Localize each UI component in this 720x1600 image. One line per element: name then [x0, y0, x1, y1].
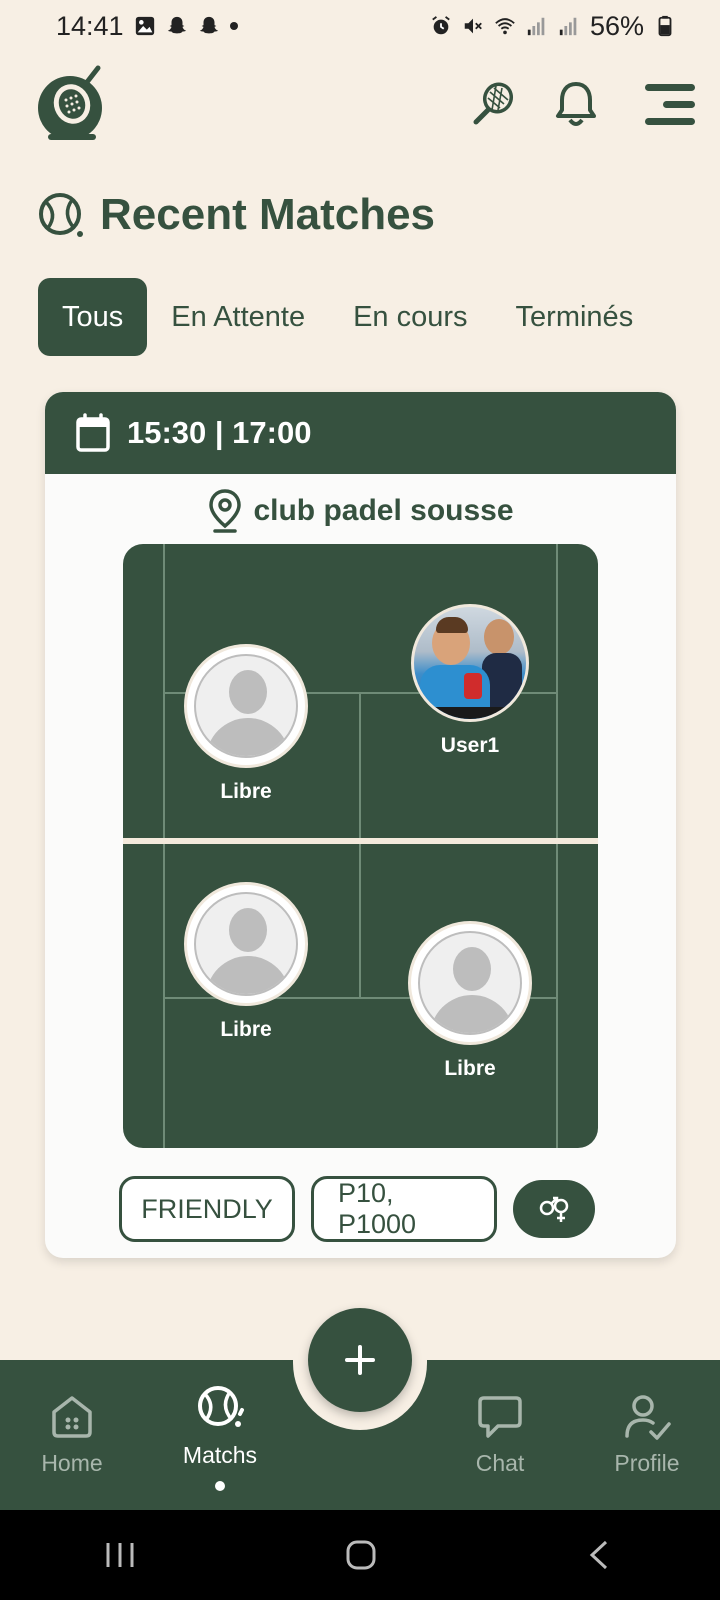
match-tags: FRIENDLY P10, P1000	[119, 1176, 595, 1242]
avatar	[408, 921, 532, 1045]
avatar	[184, 882, 308, 1006]
nav-label-home: Home	[41, 1450, 103, 1476]
match-type-tag: FRIENDLY	[119, 1176, 295, 1242]
profile-check-icon	[625, 1395, 671, 1440]
match-location: club padel sousse	[45, 488, 676, 534]
signal-icon	[559, 17, 577, 36]
back-icon[interactable]	[580, 1537, 620, 1573]
nav-item-matchs[interactable]: Matchs	[150, 1384, 290, 1491]
page-title: Recent Matches	[100, 190, 436, 239]
chat-icon	[478, 1396, 522, 1438]
court-net	[123, 838, 598, 844]
match-time: 15:30 | 17:00	[127, 415, 312, 450]
status-bar: 14:41 56%	[0, 0, 720, 52]
player-slot[interactable]: User1	[405, 604, 535, 758]
player-slot[interactable]: Libre	[405, 921, 535, 1081]
tab-en-attente[interactable]: En Attente	[147, 278, 329, 356]
snapchat-icon	[199, 16, 218, 34]
match-level-tag: P10, P1000	[311, 1176, 497, 1242]
player-slot[interactable]: Libre	[181, 644, 311, 804]
filter-tabs: Tous En Attente En cours Terminés	[38, 278, 720, 356]
alarm-icon	[432, 16, 450, 35]
active-indicator-dot	[215, 1481, 225, 1491]
player-slot[interactable]: Libre	[181, 882, 311, 1042]
calendar-icon	[76, 413, 110, 452]
nav-label-profile: Profile	[614, 1450, 680, 1476]
menu-button[interactable]	[636, 76, 704, 132]
tab-tous[interactable]: Tous	[38, 278, 148, 356]
signal-icon	[527, 17, 545, 36]
nav-item-profile[interactable]: Profile	[577, 1392, 717, 1477]
menu-icon	[645, 84, 695, 125]
padel-logo-icon	[38, 65, 102, 140]
page-title-row: Recent Matches	[36, 190, 435, 240]
player-label: Libre	[220, 1018, 272, 1041]
avatar	[184, 644, 308, 768]
nav-label-matchs: Matchs	[182, 1442, 258, 1468]
status-time: 14:41	[56, 10, 124, 41]
home-system-icon[interactable]	[340, 1537, 380, 1573]
wifi-icon	[495, 18, 515, 35]
location-name: club padel sousse	[253, 494, 514, 527]
default-user-icon	[194, 892, 298, 996]
snapchat-icon	[167, 16, 186, 34]
location-pin-icon	[209, 489, 242, 533]
player-label: Libre	[444, 1057, 496, 1080]
tab-en-cours[interactable]: En cours	[329, 278, 491, 356]
create-match-button[interactable]	[308, 1308, 412, 1412]
default-user-icon	[418, 931, 522, 1035]
nav-item-home[interactable]: Home	[2, 1392, 142, 1477]
nav-label-chat: Chat	[475, 1450, 525, 1476]
racket-icon	[473, 82, 514, 125]
bell-icon	[556, 82, 596, 126]
match-card[interactable]: 15:30 | 17:00 club padel sousse Libre Us…	[45, 392, 676, 1258]
system-navigation-bar	[0, 1510, 720, 1600]
home-icon	[52, 1396, 92, 1438]
battery-icon	[658, 15, 672, 37]
nav-item-chat[interactable]: Chat	[430, 1392, 570, 1477]
gallery-icon	[135, 16, 154, 36]
tab-termines[interactable]: Terminés	[492, 278, 658, 356]
default-user-icon	[194, 654, 298, 758]
match-card-header: 15:30 | 17:00	[45, 392, 676, 474]
ball-icon	[198, 1386, 244, 1427]
mixed-gender-icon	[539, 1196, 569, 1222]
app-logo[interactable]	[36, 64, 108, 144]
recent-apps-icon[interactable]	[100, 1537, 140, 1573]
ball-icon	[39, 193, 83, 237]
player-label: Libre	[220, 780, 272, 803]
plus-icon	[345, 1345, 375, 1375]
gender-filter-button[interactable]	[513, 1180, 595, 1238]
battery-percent: 56%	[589, 10, 644, 41]
player-label: User1	[440, 734, 500, 757]
padel-court: Libre User1 Libre Libre	[123, 544, 598, 1148]
mute-icon	[464, 18, 482, 34]
notification-dot	[229, 22, 238, 30]
notifications-button[interactable]	[548, 76, 604, 132]
user-avatar-photo	[411, 604, 529, 722]
racket-button[interactable]	[466, 76, 522, 132]
